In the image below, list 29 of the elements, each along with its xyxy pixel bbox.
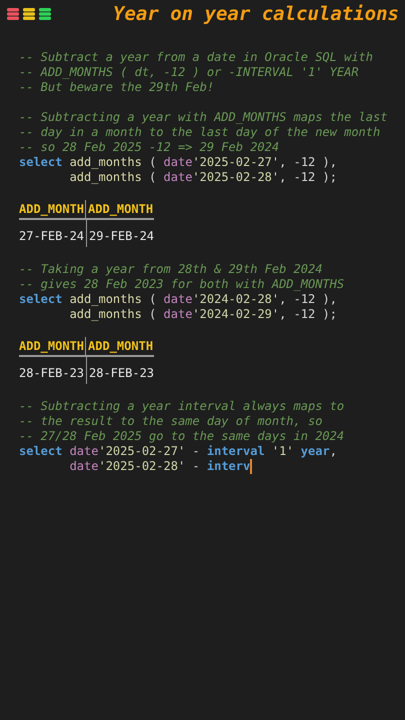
code-comment: -- 27/28 Feb 2025 go to the same days in 2024 bbox=[19, 429, 344, 444]
code-comment: -- Subtract a year from a date in Oracle SQL with bbox=[19, 50, 374, 65]
table-cell: 29-FEB-24 bbox=[89, 228, 154, 244]
column-header: ADD_MONTH bbox=[19, 201, 86, 218]
code-line: add_months ( date'2025-02-28', -12 ); bbox=[68, 170, 337, 185]
code-comment: -- day in a month to the last day of the new month bbox=[19, 125, 380, 140]
code-comment: -- so 28 Feb 2025 -12 => 29 Feb 2024 bbox=[19, 140, 280, 155]
code-line: add_months ( date'2024-02-29', -12 ); bbox=[68, 307, 337, 322]
database-icon bbox=[6, 7, 20, 21]
code-line: date'2025-02-28' - interv bbox=[68, 459, 252, 474]
code-comment: -- ADD_MONTHS ( dt, -12 ) or -INTERVAL '1' YEAR bbox=[19, 65, 359, 80]
window-title: Year on year calculations bbox=[113, 2, 399, 26]
column-header: ADD_MONTH bbox=[85, 337, 154, 355]
table-cell: 27-FEB-24 bbox=[19, 228, 84, 244]
table-cell: 28-FEB-23 bbox=[89, 365, 154, 381]
column-header: ADD_MONTH bbox=[19, 338, 86, 355]
code-line: select add_months ( date'2024-02-28', -12 ), bbox=[19, 292, 337, 307]
database-icon bbox=[38, 7, 52, 21]
database-icon bbox=[22, 7, 36, 21]
code-comment: -- Subtracting a year with ADD_MONTHS maps the last bbox=[19, 110, 388, 125]
table-cell: 28-FEB-23 bbox=[19, 365, 84, 381]
code-comment: -- Subtracting a year interval always maps to bbox=[19, 399, 344, 414]
code-comment: -- Taking a year from 28th & 29th Feb 2024 bbox=[19, 262, 322, 277]
column-header: ADD_MONTH bbox=[85, 200, 154, 218]
code-line: select date'2025-02-27' - interval '1' year, bbox=[19, 444, 337, 459]
code-comment: -- the result to the same day of month, so bbox=[19, 414, 322, 429]
code-line: select add_months ( date'2025-02-27', -12 ), bbox=[19, 155, 337, 170]
code-comment: -- But beware the 29th Feb! bbox=[19, 80, 214, 95]
code-comment: -- gives 28 Feb 2023 for both with ADD_MONTHS bbox=[19, 277, 344, 292]
